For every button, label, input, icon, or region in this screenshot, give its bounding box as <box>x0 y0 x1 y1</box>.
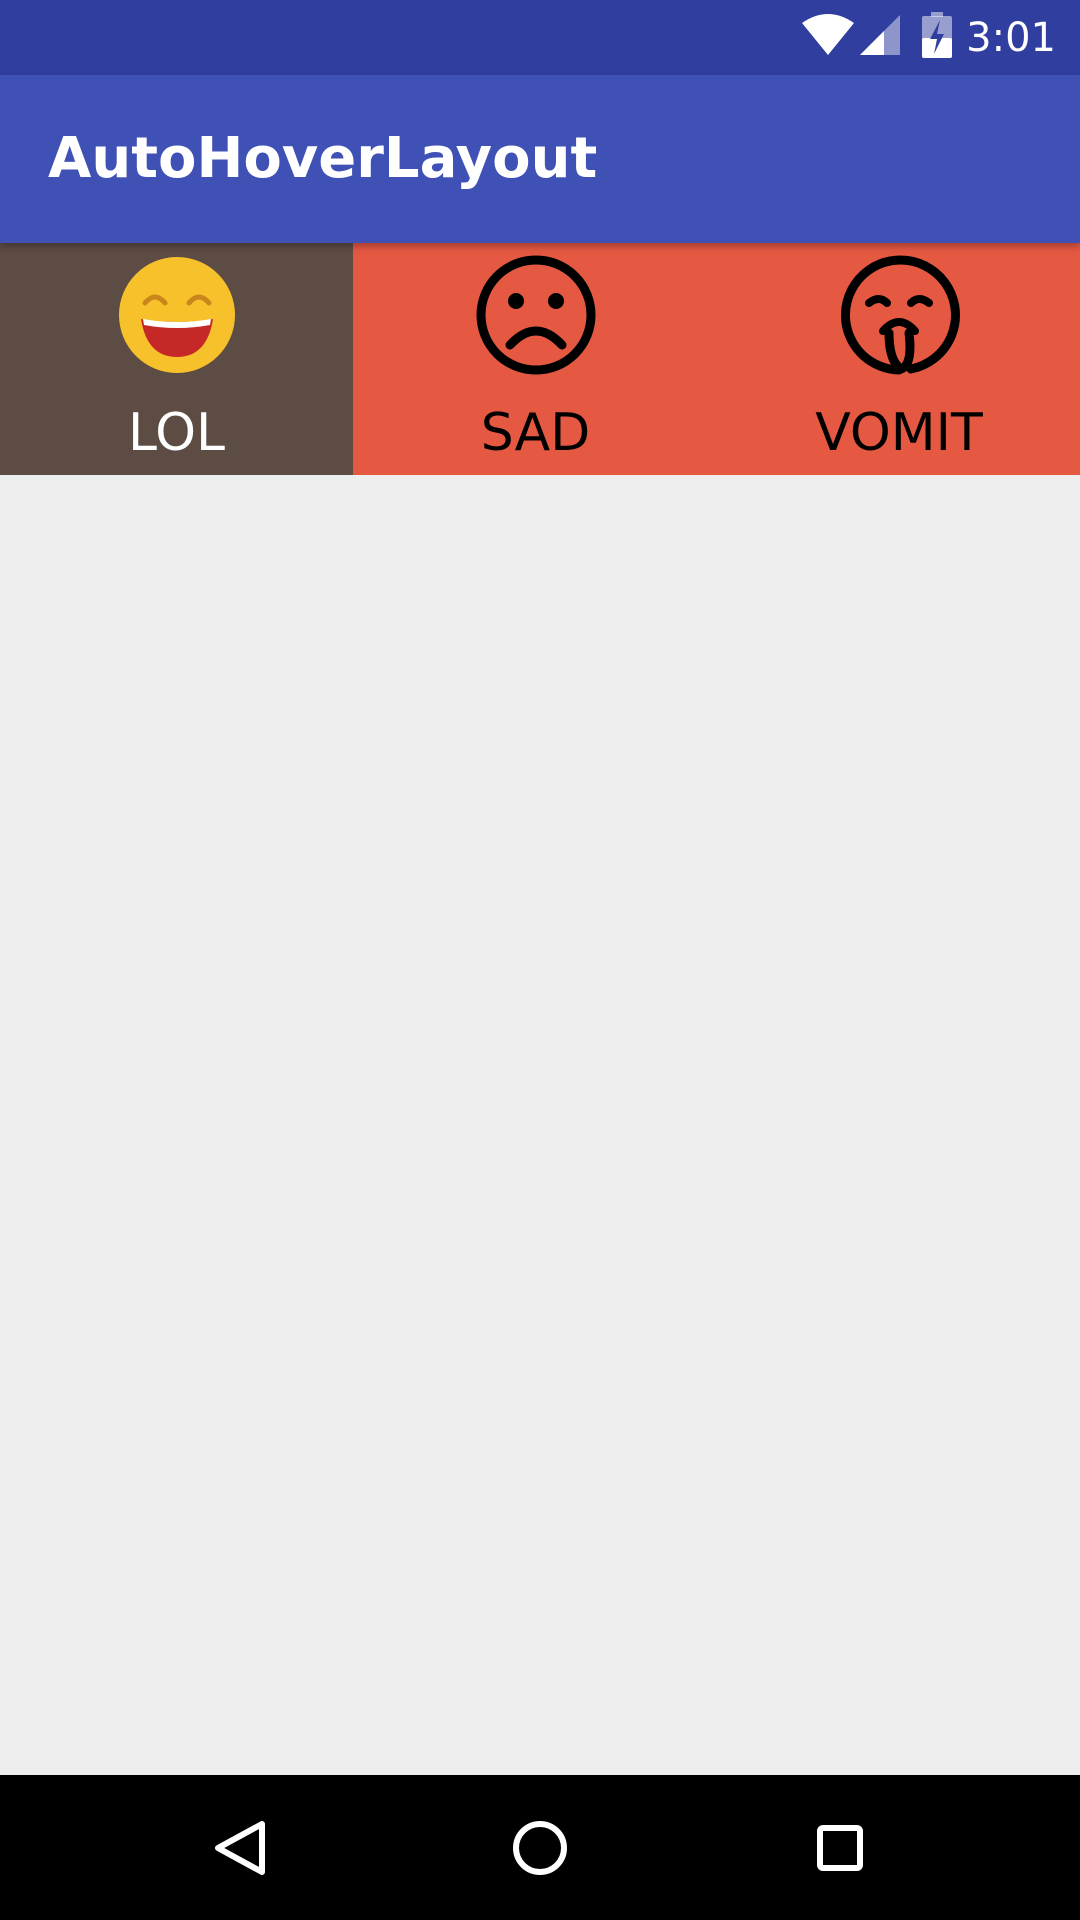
recents-icon <box>817 1824 863 1871</box>
back-icon <box>215 1820 265 1875</box>
emotion-tabs: LOL SAD VOMIT <box>0 243 1080 475</box>
laughing-face-icon <box>118 257 235 373</box>
status-icons: 3:01 <box>800 0 1056 75</box>
wifi-icon <box>800 13 856 62</box>
status-bar: 3:01 <box>0 0 1080 75</box>
content-area <box>0 475 1080 1775</box>
tab-label: VOMIT <box>815 403 983 463</box>
app-title: AutoHoverLayout <box>48 126 598 191</box>
tab-lol[interactable]: LOL <box>0 243 353 475</box>
back-button[interactable] <box>150 1775 330 1920</box>
tab-label: SAD <box>480 403 591 463</box>
tab-vomit[interactable]: VOMIT <box>718 243 1080 475</box>
status-clock: 3:01 <box>966 14 1056 61</box>
home-button[interactable] <box>450 1775 630 1920</box>
app-bar: AutoHoverLayout <box>0 75 1080 243</box>
sad-face-icon <box>476 255 595 375</box>
tab-sad[interactable]: SAD <box>353 243 718 475</box>
battery-charging-icon <box>922 12 953 63</box>
recents-button[interactable] <box>750 1775 930 1920</box>
home-icon <box>513 1820 567 1875</box>
cell-signal-icon <box>858 13 902 62</box>
nav-bar <box>0 1775 1080 1920</box>
tab-label: LOL <box>127 403 226 463</box>
vomit-face-icon <box>840 255 960 375</box>
